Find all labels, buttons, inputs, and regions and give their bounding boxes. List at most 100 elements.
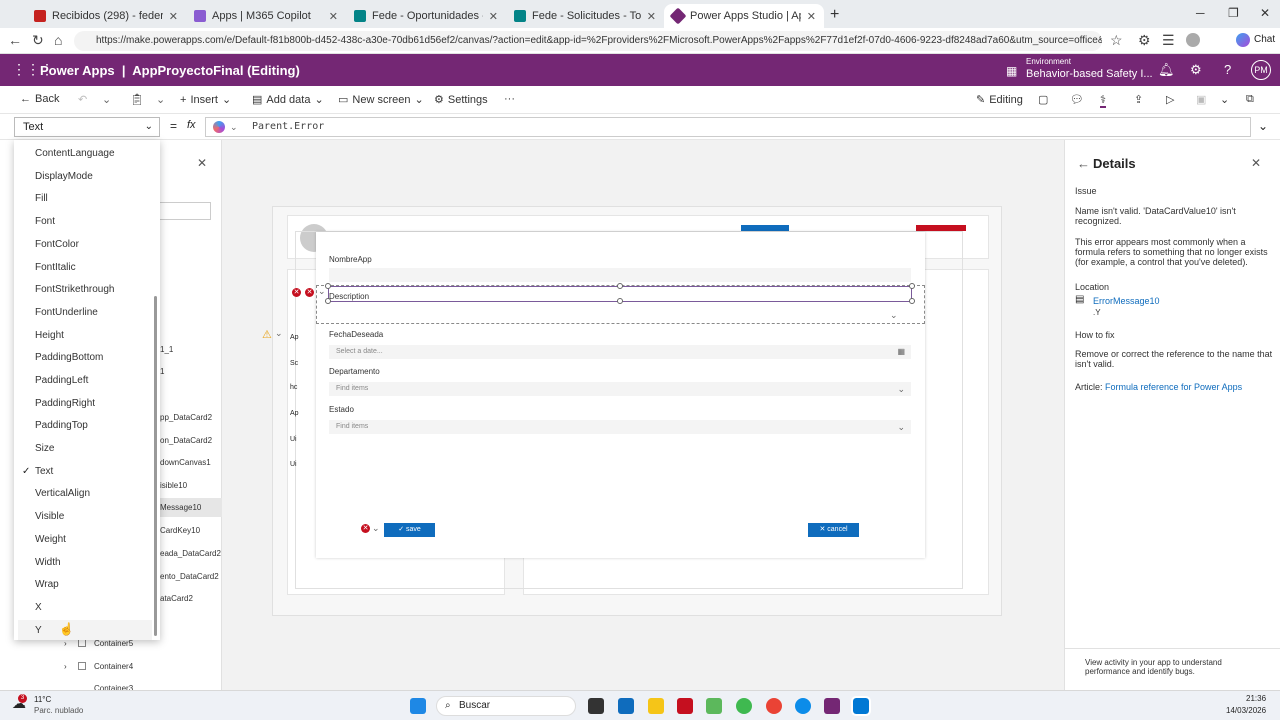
chat-icon[interactable]: 💬︎	[1070, 93, 1084, 106]
save-icon[interactable]: ▣	[1196, 93, 1206, 106]
browser-tab-solicitudes[interactable]: Fede - Solicitudes - Todos los elem ✕	[506, 4, 664, 28]
settings-gear-icon[interactable]: ⚙	[1190, 62, 1202, 78]
save-button[interactable]: ✓ save	[384, 523, 435, 537]
chat-label[interactable]: Chat	[1254, 34, 1275, 45]
article-link[interactable]: Formula reference for Power Apps	[1105, 382, 1242, 392]
collections-icon[interactable]: ☰	[1162, 32, 1175, 49]
property-item[interactable]: FontColor	[35, 239, 79, 250]
scrollbar-thumb[interactable]	[154, 296, 157, 636]
share-icon[interactable]: ⇪	[1134, 93, 1143, 106]
taskbar-search[interactable]: ⌕ Buscar	[436, 696, 576, 716]
property-item[interactable]: PaddingLeft	[35, 375, 88, 386]
resize-handle[interactable]	[325, 283, 331, 289]
help-icon[interactable]: ?	[1224, 62, 1231, 77]
close-icon[interactable]: ✕	[329, 10, 338, 23]
browser-tab-copilot[interactable]: Apps | M365 Copilot ✕	[186, 4, 346, 28]
property-item[interactable]: PaddingBottom	[35, 352, 103, 363]
tree-item-container5[interactable]: Container5	[94, 639, 133, 648]
resize-handle[interactable]	[617, 283, 623, 289]
tree-item-container4[interactable]: Container4	[94, 662, 133, 671]
minimize-icon[interactable]: ─	[1196, 6, 1205, 20]
tree-item[interactable]: ento_DataCard2	[160, 572, 219, 581]
property-item[interactable]: Wrap	[35, 579, 59, 590]
resize-handle[interactable]	[909, 283, 915, 289]
property-item[interactable]: FontItalic	[35, 262, 76, 273]
tree-item[interactable]: CardKey10	[160, 526, 200, 535]
chevron-down-icon[interactable]: ⌄	[1220, 93, 1229, 106]
undo-icon[interactable]: ↶	[78, 93, 87, 106]
clock-date[interactable]: 14/03/2026	[1226, 706, 1266, 715]
chevron-down-icon[interactable]: ⌄	[230, 118, 238, 136]
error-icon[interactable]: ✕	[292, 288, 301, 297]
browser-tab-oportunidades[interactable]: Fede - Oportunidades - Todos los ✕	[346, 4, 506, 28]
close-icon[interactable]: ✕	[169, 10, 178, 23]
tree-item[interactable]: isible10	[160, 481, 187, 490]
task-view-icon[interactable]	[588, 698, 604, 714]
close-icon[interactable]: ✕	[647, 10, 656, 23]
tree-item[interactable]: ataCard2	[160, 594, 193, 603]
property-item[interactable]: Width	[35, 557, 61, 568]
browser-tab-gmail[interactable]: Recibidos (298) - federico.castano ✕	[26, 4, 186, 28]
tree-item[interactable]: eada_DataCard2	[160, 549, 221, 558]
property-selector[interactable]: Text ⌄	[14, 117, 160, 137]
publish-icon[interactable]: ⧉	[1246, 93, 1254, 106]
tree-item[interactable]: 1	[160, 367, 164, 376]
chevron-down-icon[interactable]: ⌄	[897, 382, 905, 396]
comments-icon[interactable]: ▢	[1038, 93, 1048, 106]
paste-icon[interactable]: 📋︎	[130, 93, 144, 106]
new-screen-button[interactable]: ▭ New screen ⌄	[338, 93, 424, 107]
property-item[interactable]: Weight	[35, 534, 66, 545]
property-item[interactable]: Size	[35, 443, 54, 454]
clock-time[interactable]: 21:36	[1246, 694, 1266, 703]
close-icon[interactable]: ✕	[1251, 156, 1261, 170]
editing-mode-button[interactable]: ✎ Editing	[976, 93, 1023, 107]
chevron-down-icon[interactable]: ⌄	[1258, 119, 1268, 133]
departamento-combobox[interactable]: Find items ⌄	[329, 382, 911, 396]
property-item[interactable]: VerticalAlign	[35, 488, 90, 499]
property-item[interactable]: Visible	[35, 511, 64, 522]
environment-name[interactable]: Behavior-based Safety I...	[1026, 68, 1153, 80]
insert-button[interactable]: + Insert ⌄	[180, 93, 231, 107]
chevron-down-icon[interactable]: ⌄	[372, 523, 380, 534]
back-arrow-icon[interactable]: ←	[8, 32, 22, 48]
chevron-down-icon[interactable]: ⌄	[102, 93, 111, 106]
cancel-button[interactable]: ✕ cancel	[808, 523, 859, 537]
chevron-down-icon[interactable]: ⌄	[156, 93, 165, 106]
property-item[interactable]: FontUnderline	[35, 307, 98, 318]
chevron-down-icon[interactable]: ⌄	[318, 286, 326, 297]
maximize-icon[interactable]: ❐	[1228, 6, 1239, 20]
back-arrow-icon[interactable]: ←	[1077, 156, 1090, 171]
add-data-button[interactable]: ▤ Add data ⌄	[252, 93, 324, 107]
refresh-icon[interactable]: ↻	[32, 32, 44, 49]
app-checker-icon[interactable]: ⚕	[1100, 93, 1106, 108]
app-icon[interactable]	[736, 698, 752, 714]
location-link[interactable]: ErrorMessage10	[1093, 296, 1160, 306]
calendar-icon[interactable]: ▦	[897, 345, 905, 359]
app-icon[interactable]	[824, 698, 840, 714]
resize-handle[interactable]	[617, 298, 623, 304]
app-icon[interactable]	[706, 698, 722, 714]
chevron-down-icon[interactable]: ⌄	[890, 310, 898, 321]
tree-item[interactable]: on_DataCard2	[160, 436, 212, 445]
close-window-icon[interactable]: ✕	[1260, 6, 1270, 20]
file-explorer-icon[interactable]	[648, 698, 664, 714]
chevron-down-icon[interactable]: ⌄	[897, 420, 905, 434]
back-button[interactable]: ← Back	[20, 93, 59, 105]
notification-bell-icon[interactable]: 🔔︎	[1158, 62, 1175, 78]
chevron-right-icon[interactable]: ›	[64, 662, 67, 671]
property-item[interactable]: Y	[35, 625, 42, 636]
error-icon[interactable]: ✕	[361, 524, 370, 533]
property-item[interactable]: FontStrikethrough	[35, 284, 115, 295]
profile-avatar[interactable]	[1186, 33, 1200, 47]
property-item[interactable]: Height	[35, 330, 64, 341]
home-icon[interactable]: ⌂	[54, 32, 62, 48]
property-item[interactable]: Fill	[35, 193, 48, 204]
resize-handle[interactable]	[909, 298, 915, 304]
app-icon[interactable]	[677, 698, 693, 714]
property-item[interactable]: ContentLanguage	[35, 148, 115, 159]
property-item[interactable]: Font	[35, 216, 55, 227]
chevron-right-icon[interactable]: ›	[64, 639, 67, 648]
tree-item-selected[interactable]: Message10	[160, 498, 222, 517]
copilot-icon[interactable]	[1236, 33, 1250, 47]
close-icon[interactable]: ✕	[489, 10, 498, 23]
